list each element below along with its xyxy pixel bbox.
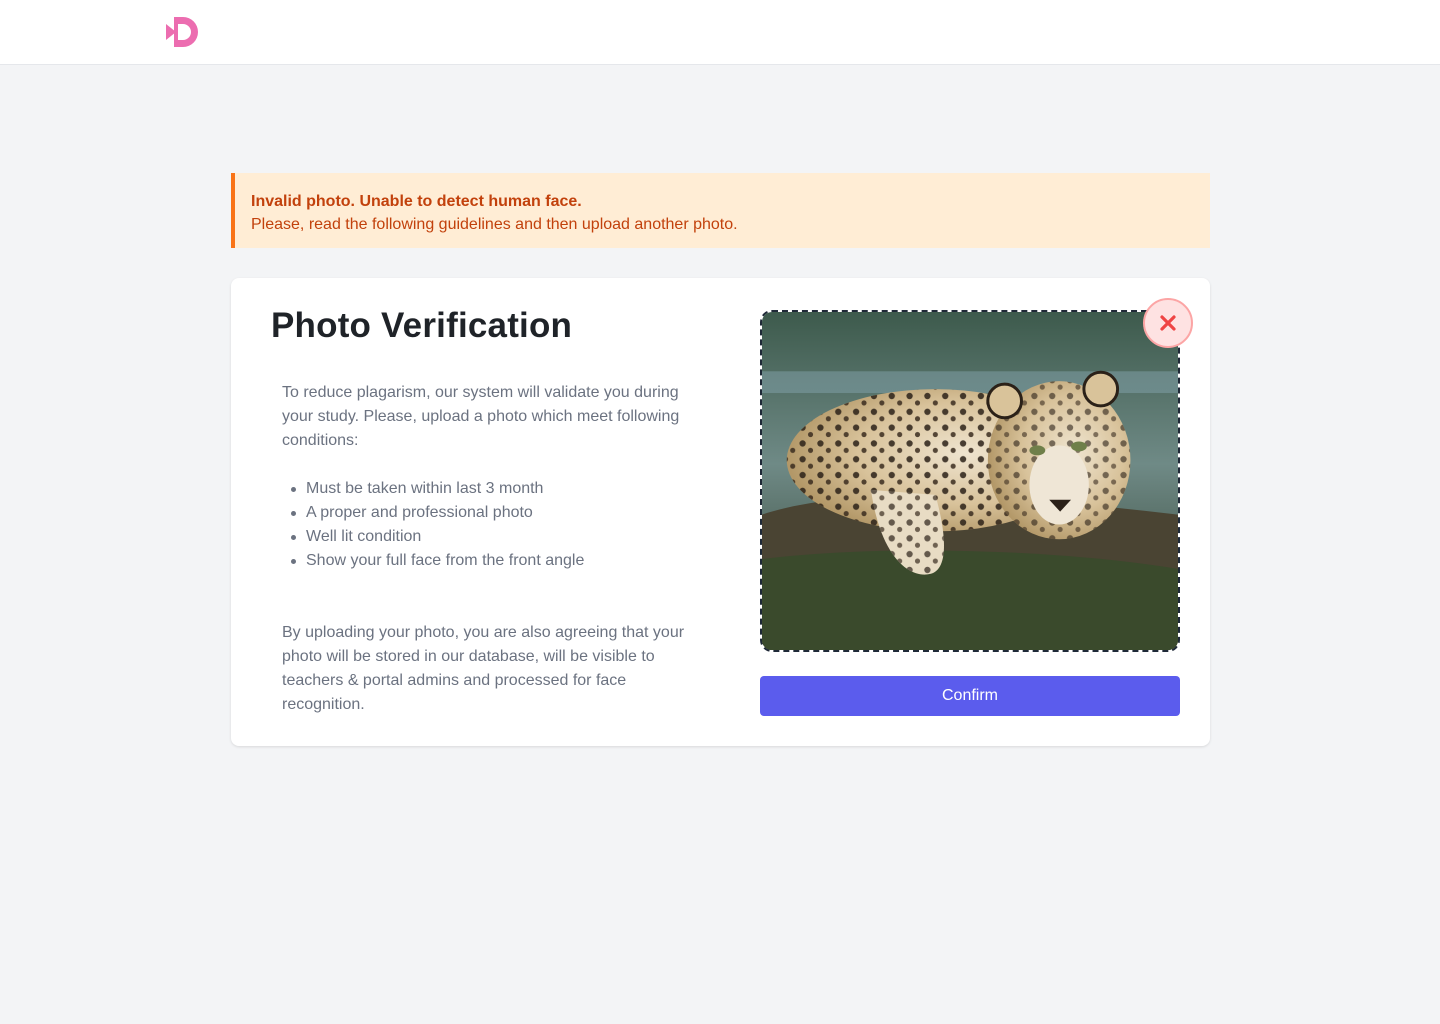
list-item: Show your full face from the front angle	[282, 549, 697, 573]
list-item: A proper and professional photo	[282, 501, 697, 525]
intro-text: To reduce plagarism, our system will val…	[282, 384, 680, 449]
error-alert: Invalid photo. Unable to detect human fa…	[231, 173, 1210, 248]
uploaded-photo	[762, 312, 1178, 650]
remove-photo-button[interactable]	[1143, 298, 1193, 348]
alert-title: Invalid photo. Unable to detect human fa…	[251, 193, 582, 210]
photo-verification-card: Photo Verification To reduce plagarism, …	[231, 278, 1210, 746]
photo-preview	[760, 310, 1180, 652]
conditions-list: Must be taken within last 3 month A prop…	[282, 477, 697, 573]
list-item: Well lit condition	[282, 525, 697, 549]
close-icon	[1160, 315, 1176, 331]
top-bar	[0, 0, 1440, 65]
consent-text: By uploading your photo, you are also ag…	[282, 624, 685, 713]
alert-message: Please, read the following guidelines an…	[251, 216, 738, 233]
brand-logo-icon[interactable]	[164, 14, 202, 50]
list-item: Must be taken within last 3 month	[282, 477, 697, 501]
page-title: Photo Verification	[271, 306, 573, 345]
confirm-button[interactable]: Confirm	[760, 676, 1180, 716]
